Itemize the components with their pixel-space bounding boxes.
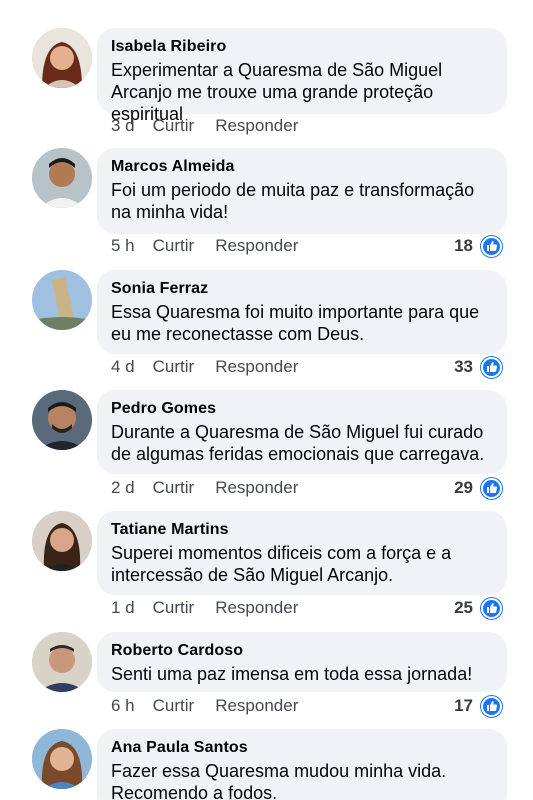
comment-author[interactable]: Isabela Ribeiro: [111, 36, 493, 58]
reply-button[interactable]: Responder: [215, 236, 298, 256]
like-button[interactable]: Curtir: [153, 598, 195, 618]
avatar[interactable]: [32, 270, 92, 330]
comment-actions: 2 d Curtir Responder: [111, 477, 319, 499]
comment-time[interactable]: 2 d: [111, 478, 135, 498]
like-button[interactable]: Curtir: [153, 696, 195, 716]
like-thumbs-up-icon: [481, 695, 502, 717]
avatar[interactable]: [32, 28, 92, 88]
comment-time[interactable]: 6 h: [111, 696, 135, 716]
reaction-summary[interactable]: 18: [454, 235, 502, 257]
comment-bubble: Pedro Gomes Durante a Quaresma de São Mi…: [97, 390, 507, 474]
comment-actions: 1 d Curtir Responder: [111, 597, 319, 619]
reply-button[interactable]: Responder: [215, 357, 298, 377]
comment-text: Senti uma paz imensa em toda essa jornad…: [111, 664, 473, 684]
comment-time[interactable]: 1 d: [111, 598, 135, 618]
comment-bubble: Marcos Almeida Foi um periodo de muita p…: [97, 148, 507, 234]
comment-bubble: Isabela Ribeiro Experimentar a Quaresma …: [97, 28, 507, 124]
like-thumbs-up-icon: [481, 477, 502, 499]
comment-author[interactable]: Roberto Cardoso: [111, 640, 493, 662]
avatar[interactable]: [32, 632, 92, 692]
reaction-count: 33: [454, 357, 473, 376]
comment-author[interactable]: Marcos Almeida: [111, 156, 493, 178]
comment-author[interactable]: Ana Paula Santos: [111, 737, 493, 759]
comment-text: Fazer essa Quaresma mudou minha vida. Re…: [111, 761, 447, 800]
comment-author[interactable]: Pedro Gomes: [111, 398, 493, 420]
comment-author[interactable]: Sonia Ferraz: [111, 278, 493, 300]
reply-button[interactable]: Responder: [215, 598, 298, 618]
comment-actions: 5 h Curtir Responder: [111, 235, 319, 257]
comment-actions: 6 h Curtir Responder: [111, 695, 319, 717]
avatar[interactable]: [32, 148, 92, 208]
comment-actions: 4 d Curtir Responder: [111, 356, 319, 378]
comment-text: Superei momentos dificeis com a força e …: [111, 543, 452, 585]
reaction-summary[interactable]: 17: [454, 695, 502, 717]
reply-button[interactable]: Responder: [215, 478, 298, 498]
comment-time[interactable]: 4 d: [111, 357, 135, 377]
like-button[interactable]: Curtir: [153, 478, 195, 498]
comment-bubble: Tatiane Martins Superei momentos dificei…: [97, 511, 507, 595]
reply-button[interactable]: Responder: [215, 116, 298, 136]
comment-time[interactable]: 5 h: [111, 236, 135, 256]
comment-bubble: Sonia Ferraz Essa Quaresma foi muito imp…: [97, 270, 507, 354]
reply-button[interactable]: Responder: [215, 696, 298, 716]
like-button[interactable]: Curtir: [153, 357, 195, 377]
like-thumbs-up-icon: [481, 235, 502, 257]
comment-author[interactable]: Tatiane Martins: [111, 519, 493, 541]
comment-text: Foi um periodo de muita paz e transforma…: [111, 180, 475, 222]
comment-bubble: Ana Paula Santos Fazer essa Quaresma mud…: [97, 729, 507, 800]
reaction-count: 18: [454, 236, 473, 255]
avatar[interactable]: [32, 390, 92, 450]
like-button[interactable]: Curtir: [153, 116, 195, 136]
avatar[interactable]: [32, 729, 92, 789]
like-button[interactable]: Curtir: [153, 236, 195, 256]
comment-text: Durante a Quaresma de São Miguel fui cur…: [111, 422, 485, 464]
comment-bubble: Roberto Cardoso Senti uma paz imensa em …: [97, 632, 507, 692]
comment-text: Essa Quaresma foi muito importante para …: [111, 302, 480, 344]
avatar[interactable]: [32, 511, 92, 571]
reaction-count: 17: [454, 696, 473, 715]
like-thumbs-up-icon: [481, 356, 502, 378]
comment-actions: 3 d Curtir Responder: [111, 115, 319, 137]
reaction-summary[interactable]: 25: [454, 597, 502, 619]
reaction-summary[interactable]: 33: [454, 356, 502, 378]
reaction-count: 25: [454, 598, 473, 617]
reaction-summary[interactable]: 29: [454, 477, 502, 499]
comment-time[interactable]: 3 d: [111, 116, 135, 136]
reaction-count: 29: [454, 478, 473, 497]
like-thumbs-up-icon: [481, 597, 502, 619]
